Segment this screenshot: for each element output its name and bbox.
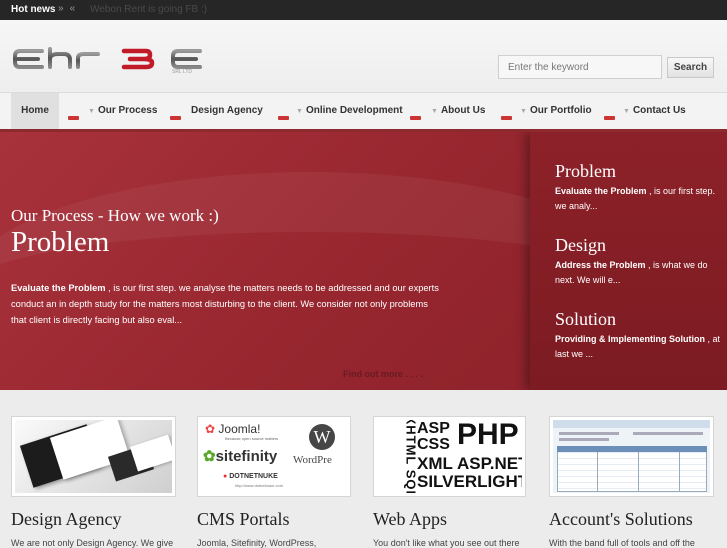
nav-item-label: Design Agency — [191, 105, 263, 116]
hero-kicker: Our Process - How we work :) — [11, 206, 219, 225]
dotnetnuke-icon: ● — [223, 473, 228, 480]
flag-icon — [410, 116, 421, 120]
joomla-icon: ✿ — [205, 422, 216, 436]
nav-item-our-portfolio[interactable]: ▼ Our Portfolio — [520, 93, 592, 129]
chevron-down-icon: ▼ — [431, 108, 438, 115]
hero-description-bold: Evaluate the Problem — [11, 283, 106, 293]
side-item-design[interactable]: Design Address the Problem , is what we … — [555, 235, 723, 288]
flag-icon — [278, 116, 289, 120]
wordpress-icon: W — [309, 424, 335, 450]
services-cards: Design Agency We are not only Design Age… — [0, 390, 727, 548]
card-title: Design Agency — [11, 509, 122, 529]
hero-slider: Our Process - How we work :) Problem Eva… — [0, 132, 727, 390]
site-header: SRL LTD Search — [0, 20, 727, 92]
ticker-arrows: »« — [58, 3, 81, 14]
chevron-down-icon: ▼ — [88, 108, 95, 115]
card-text: With the band full of tools and off the — [549, 538, 695, 548]
main-navigation: Home ▼ Our Process Design Agency ▼ Online … — [0, 92, 727, 132]
search-button[interactable]: Search — [667, 57, 714, 78]
hero-side-panel: Problem Evaluate the Problem , is our fi… — [530, 132, 727, 390]
nav-item-design-agency[interactable]: Design Agency — [191, 93, 263, 129]
service-card-accounts-solutions[interactable]: Account's Solutions With the band full o… — [549, 416, 714, 548]
nav-item-online-development[interactable]: ▼ Online Development — [296, 93, 403, 129]
side-item-solution[interactable]: Solution Providing & Implementing Soluti… — [555, 309, 723, 362]
card-text: You don't like what you see out there — [373, 538, 520, 548]
card-text: Joomla, Sitefinity, WordPress, — [197, 538, 317, 548]
chevron-down-icon: ▼ — [520, 108, 527, 115]
nav-item-home[interactable]: Home — [11, 93, 59, 129]
nav-item-about-us[interactable]: ▼ About Us — [431, 93, 485, 129]
logo-subtitle: SRL LTD — [172, 69, 193, 75]
news-ticker-bar: Hot news »« Webon Rent is going FB :) — [0, 0, 727, 20]
nav-item-label: Contact Us — [632, 105, 686, 116]
card-title: Web Apps — [373, 509, 448, 529]
search-input[interactable] — [498, 55, 662, 79]
hero-description: Evaluate the Problem , is our first step… — [11, 280, 439, 328]
nav-item-our-process[interactable]: ▼ Our Process — [88, 93, 157, 129]
flag-icon — [501, 116, 512, 120]
card-thumbnail[interactable] — [11, 416, 176, 497]
side-item-title: Design — [555, 235, 606, 255]
card-text: We are not only Design Agency. We give — [11, 538, 174, 548]
side-item-text: Address the Problem , is what we do next… — [555, 260, 708, 285]
ticker-prev-icon[interactable]: » — [58, 3, 70, 14]
service-card-cms-portals[interactable]: ✿ Joomla! Because open source matters W … — [197, 416, 351, 548]
chevron-down-icon: ▼ — [296, 108, 303, 115]
hero-title: Problem — [11, 226, 110, 258]
card-thumbnail[interactable] — [549, 416, 714, 497]
nav-item-label: Online Development — [305, 105, 403, 116]
card-thumbnail[interactable]: XHTML SQL ASP CSS PHP XML ASP.NET SILVER… — [373, 416, 526, 497]
service-card-web-apps[interactable]: XHTML SQL ASP CSS PHP XML ASP.NET SILVER… — [373, 416, 526, 548]
card-thumbnail[interactable]: ✿ Joomla! Because open source matters W … — [197, 416, 351, 497]
hot-news-label: Hot news — [11, 4, 56, 15]
flag-icon — [68, 116, 79, 120]
chevron-down-icon: ▼ — [623, 108, 630, 115]
side-item-text: Evaluate the Problem , is our first step… — [555, 186, 716, 211]
service-card-design-agency[interactable]: Design Agency We are not only Design Age… — [11, 416, 176, 548]
card-title: Account's Solutions — [549, 509, 693, 529]
find-out-more-link[interactable]: Find out more . . . . — [343, 369, 423, 379]
nav-item-label: Our Process — [97, 105, 158, 116]
side-item-problem[interactable]: Problem Evaluate the Problem , is our fi… — [555, 161, 723, 214]
side-item-title: Problem — [555, 161, 616, 181]
nav-item-label: Our Portfolio — [529, 105, 592, 116]
card-title: CMS Portals — [197, 509, 290, 529]
nav-item-label: About Us — [440, 105, 486, 116]
ticker-item[interactable]: Webon Rent is going FB :) — [90, 4, 207, 15]
sitefinity-icon: ✿ — [203, 448, 216, 465]
flag-icon — [170, 116, 181, 120]
ticker-next-icon[interactable]: « — [70, 3, 82, 14]
nav-item-contact-us[interactable]: ▼ Contact Us — [623, 93, 686, 129]
side-item-title: Solution — [555, 309, 617, 329]
side-item-text: Providing & Implementing Solution , at l… — [555, 334, 721, 359]
flag-icon — [604, 116, 615, 120]
